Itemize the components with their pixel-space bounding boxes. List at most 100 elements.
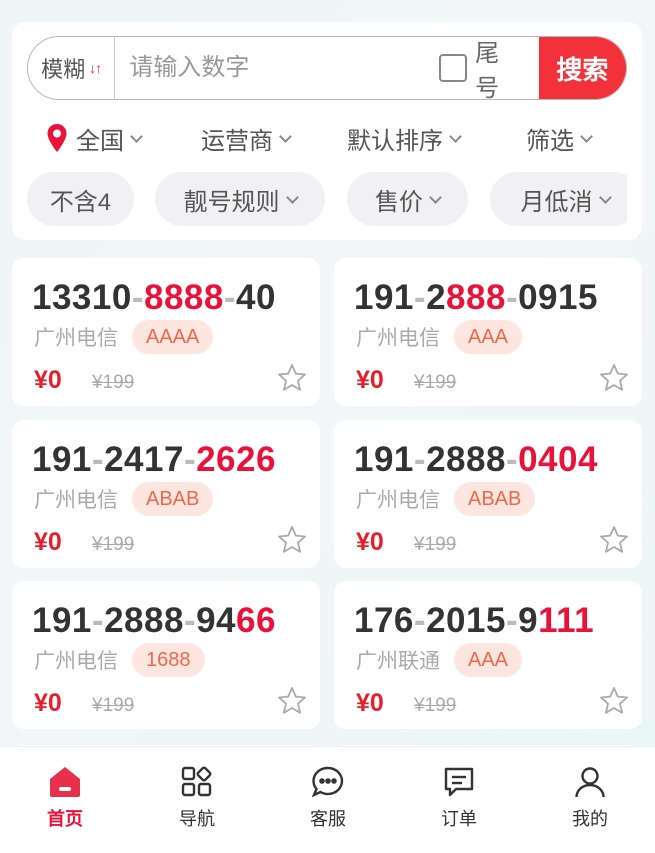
phone-number-segment: 2015 xyxy=(426,601,506,640)
phone-number-segment: - xyxy=(413,278,427,317)
pill-no-four[interactable]: 不含4 xyxy=(27,172,134,226)
filter-carrier[interactable]: 运营商 xyxy=(201,118,292,158)
carrier-label: 广州联通 xyxy=(356,650,440,673)
phone-number-segment: 2888 xyxy=(426,440,506,479)
phone-number-segment: - xyxy=(505,601,519,640)
nav-label-profile: 我的 xyxy=(572,809,608,829)
phone-number-segment: 2 xyxy=(426,278,447,317)
swap-icon: ↓↑ xyxy=(89,60,102,76)
grid-icon xyxy=(181,766,212,797)
number-card[interactable]: 191-2417-2626 广州电信 ABAB ¥0 ¥199 xyxy=(12,420,320,568)
phone-number-segment: 2626 xyxy=(196,440,276,479)
pill-number-rule[interactable]: 靓号规则 xyxy=(155,172,325,226)
nav-label-navigation: 导航 xyxy=(179,809,215,829)
tail-number-checkbox[interactable] xyxy=(439,54,468,82)
chat-icon xyxy=(311,766,344,798)
carrier-label: 广州电信 xyxy=(356,327,440,350)
search-button[interactable]: 搜索 xyxy=(538,37,626,99)
nav-label-service: 客服 xyxy=(310,809,346,829)
favorite-star-icon[interactable] xyxy=(276,524,308,556)
number-card[interactable]: 191-2888-9466 广州电信 1688 ¥0 ¥199 xyxy=(12,581,320,729)
sale-price: ¥0 xyxy=(356,366,384,394)
phone-number-segment: 40 xyxy=(236,278,276,317)
phone-number-segment: 191 xyxy=(32,440,92,479)
filter-sort[interactable]: 默认排序 xyxy=(347,118,462,158)
chevron-down-icon xyxy=(449,129,462,143)
tail-number-label: 尾号 xyxy=(475,40,500,100)
phone-number-segment: - xyxy=(413,440,427,479)
fuzzy-mode-label: 模糊 xyxy=(41,57,86,82)
chevron-down-icon xyxy=(285,190,299,204)
nav-item-navigation[interactable]: 导航 xyxy=(157,765,237,831)
chevron-down-icon xyxy=(279,129,292,143)
phone-number-segment: - xyxy=(91,440,105,479)
nav-item-home[interactable]: 首页 xyxy=(25,765,105,831)
search-bar: 模糊 ↓↑ 尾号 搜索 xyxy=(27,36,627,100)
filter-more-label: 筛选 xyxy=(526,127,574,155)
quick-filter-pills: 不含4 靓号规则 售价 月低消 xyxy=(27,172,627,228)
pattern-tag: AAA xyxy=(454,643,523,677)
pattern-tag: ABAB xyxy=(132,482,214,516)
sale-price: ¥0 xyxy=(356,528,384,556)
phone-number-segment: 2888 xyxy=(104,601,184,640)
chevron-down-icon xyxy=(429,190,442,204)
pattern-tag: AAAA xyxy=(132,320,214,354)
phone-number-segment: 191 xyxy=(32,601,92,640)
phone-number-segment: - xyxy=(505,440,519,479)
pattern-tag: 1688 xyxy=(132,643,205,677)
chevron-down-icon xyxy=(598,190,612,204)
pattern-tag: ABAB xyxy=(454,482,536,516)
pill-price[interactable]: 售价 xyxy=(347,172,468,226)
phone-number-segment: 2417 xyxy=(104,440,184,479)
favorite-star-icon[interactable] xyxy=(276,362,308,394)
phone-number: 191-2888-9466 xyxy=(32,601,276,641)
pill-no-four-label: 不含4 xyxy=(49,188,112,216)
filter-bar: 全国 运营商 默认排序 筛选 xyxy=(12,118,642,158)
phone-number: 191-2417-2626 xyxy=(32,440,276,480)
phone-number-segment: - xyxy=(91,601,105,640)
phone-number-segment: 888 xyxy=(446,278,506,317)
phone-number: 13310-8888-40 xyxy=(32,278,276,318)
original-price: ¥199 xyxy=(414,372,457,393)
location-pin-icon xyxy=(47,124,67,152)
pill-min-monthly[interactable]: 月低消 xyxy=(490,172,627,226)
filter-region[interactable]: 全国 xyxy=(46,118,143,158)
nav-item-profile[interactable]: 我的 xyxy=(550,765,630,831)
phone-number-segment: 13310 xyxy=(32,278,132,317)
search-input[interactable] xyxy=(115,37,440,99)
pill-price-label: 售价 xyxy=(375,188,423,216)
favorite-star-icon[interactable] xyxy=(598,685,630,717)
phone-number: 176-2015-9111 xyxy=(354,601,594,641)
favorite-star-icon[interactable] xyxy=(276,685,308,717)
carrier-label: 广州电信 xyxy=(356,489,440,512)
favorite-star-icon[interactable] xyxy=(598,524,630,556)
chevron-down-icon xyxy=(130,129,143,143)
carrier-label: 广州电信 xyxy=(34,650,118,673)
original-price: ¥199 xyxy=(92,372,135,393)
sale-price: ¥0 xyxy=(34,366,62,394)
nav-item-orders[interactable]: 订单 xyxy=(419,765,499,831)
phone-number-segment: - xyxy=(183,601,197,640)
phone-number-segment: 8888 xyxy=(143,278,224,317)
phone-number-segment: 0404 xyxy=(518,440,598,479)
search-filter-panel: 模糊 ↓↑ 尾号 搜索 全国 运营商 默认排序 筛选 xyxy=(12,22,642,240)
home-icon xyxy=(50,767,80,797)
phone-number-segment: 94 xyxy=(196,601,237,640)
filter-more[interactable]: 筛选 xyxy=(526,118,593,158)
phone-number-segment: 191 xyxy=(354,278,414,317)
favorite-star-icon[interactable] xyxy=(598,362,630,394)
tail-number-toggle[interactable]: 尾号 xyxy=(439,37,522,100)
sale-price: ¥0 xyxy=(356,689,384,717)
phone-number-segment: 176 xyxy=(354,601,414,640)
number-card[interactable]: 191-2888-0915 广州电信 AAA ¥0 ¥199 xyxy=(334,258,642,406)
fuzzy-mode-toggle[interactable]: 模糊 ↓↑ xyxy=(28,37,116,99)
carrier-label: 广州电信 xyxy=(34,489,118,512)
carrier-label: 广州电信 xyxy=(34,327,118,350)
filter-region-label: 全国 xyxy=(76,127,124,155)
filter-carrier-label: 运营商 xyxy=(201,127,273,155)
number-card[interactable]: 191-2888-0404 广州电信 ABAB ¥0 ¥199 xyxy=(334,420,642,568)
original-price: ¥199 xyxy=(414,534,457,555)
number-card[interactable]: 176-2015-9111 广州联通 AAA ¥0 ¥199 xyxy=(334,581,642,729)
nav-item-service[interactable]: 客服 xyxy=(288,765,368,831)
number-card[interactable]: 13310-8888-40 广州电信 AAAA ¥0 ¥199 xyxy=(12,258,320,406)
